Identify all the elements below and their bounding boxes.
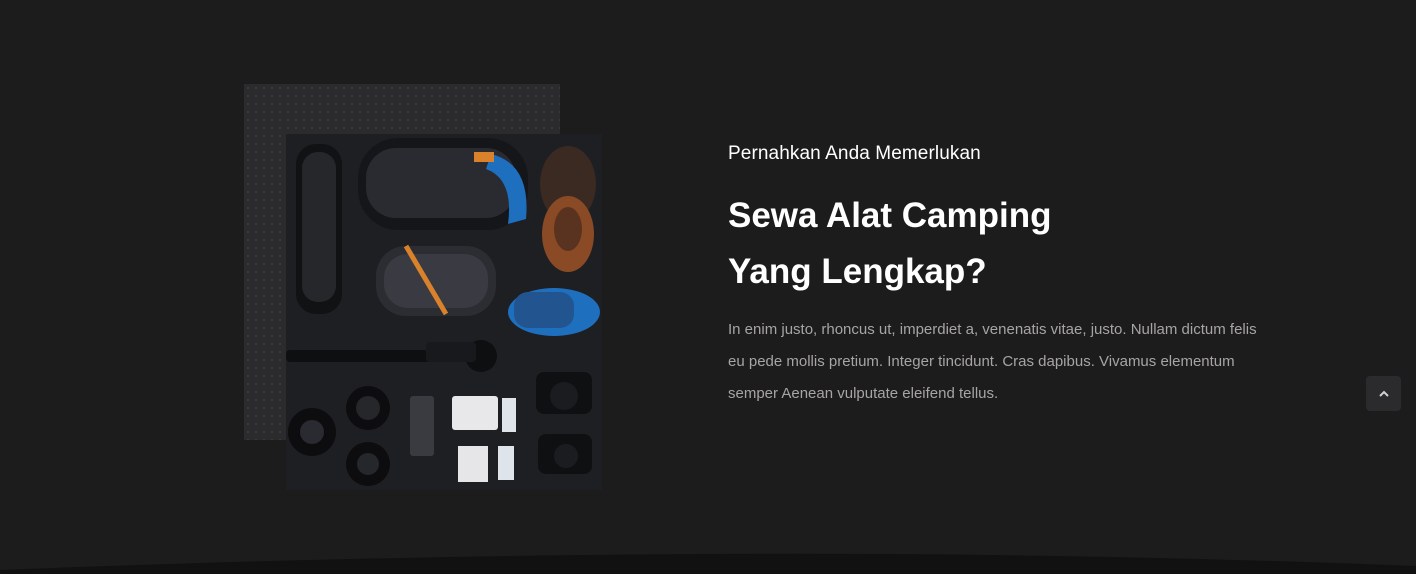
headline-line-2: Yang Lengkap? bbox=[728, 252, 987, 291]
section-paragraph: In enim justo, rhoncus ut, imperdiet a, … bbox=[728, 321, 1257, 402]
headline-line-1: Sewa Alat Camping bbox=[728, 196, 1052, 235]
section-eyebrow: Pernahkan Anda Memerlukan bbox=[728, 143, 981, 164]
chevron-up-icon bbox=[1378, 390, 1389, 397]
back-to-top-button[interactable] bbox=[1366, 376, 1401, 411]
section-headline: Sewa Alat Camping Yang Lengkap? bbox=[728, 188, 1248, 300]
about-section: Pernahkan Anda Memerlukan Sewa Alat Camp… bbox=[0, 0, 1416, 574]
bottom-wave-divider bbox=[0, 553, 1416, 574]
camping-gear-photo bbox=[286, 134, 602, 490]
